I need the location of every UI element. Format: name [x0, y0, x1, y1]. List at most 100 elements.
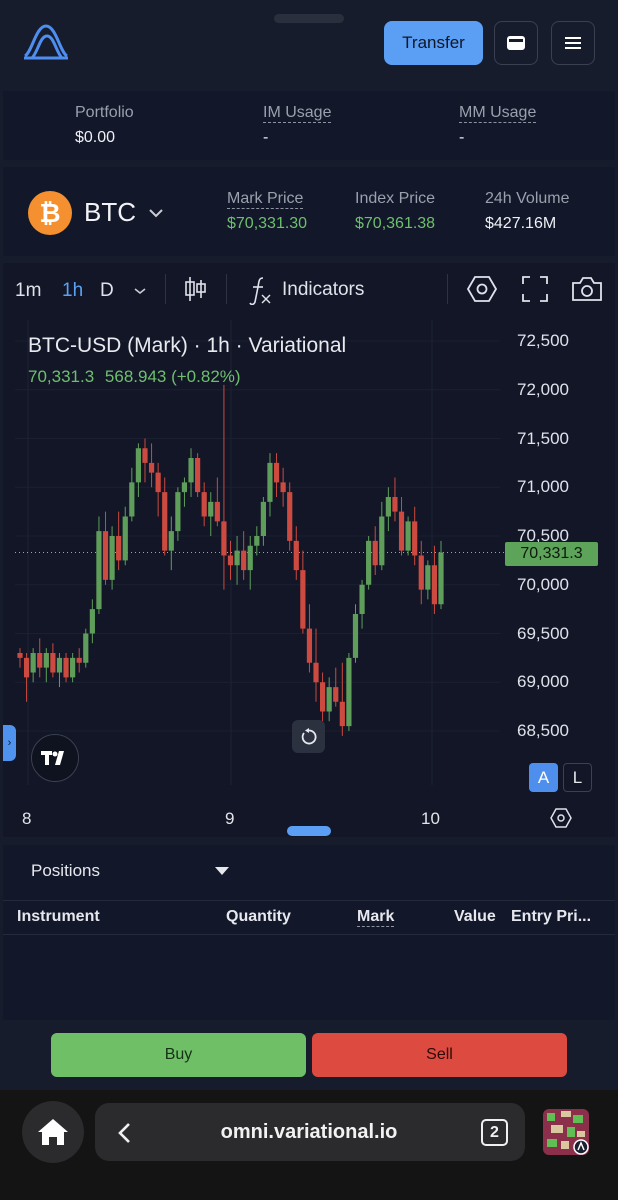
bitcoin-icon: ₿ — [28, 191, 72, 235]
candle-body — [122, 516, 128, 561]
transfer-button[interactable]: Transfer — [384, 21, 483, 65]
mm-usage-value: - — [459, 129, 465, 146]
fullscreen-icon[interactable] — [522, 276, 548, 302]
candle-body — [287, 492, 293, 541]
col-entry-price[interactable]: Entry Pri... — [511, 908, 591, 926]
variational-logo-icon[interactable] — [22, 22, 70, 62]
candle-body — [418, 555, 424, 590]
portfolio-panel — [3, 91, 615, 160]
candle-body — [129, 482, 135, 517]
mark-price-label[interactable]: Mark Price — [227, 190, 304, 209]
candle-body — [70, 657, 76, 678]
candle-body — [359, 584, 365, 614]
candle-body — [37, 653, 43, 668]
toolbar-divider — [165, 274, 166, 304]
candle-body — [339, 701, 345, 727]
avatar[interactable] — [543, 1109, 589, 1155]
candle-body — [30, 653, 36, 673]
y-tick-label: 71,500 — [517, 428, 569, 448]
candle-body — [392, 497, 398, 512]
sell-button[interactable]: Sell — [312, 1033, 567, 1077]
candle-body — [326, 687, 332, 712]
candle-body — [227, 555, 234, 566]
candle-body — [280, 482, 286, 493]
chart-legend: 70,331.3 568.943 (+0.82%) — [28, 367, 241, 387]
chevron-down-icon — [149, 208, 163, 217]
reset-chart-button[interactable] — [292, 720, 325, 753]
y-tick-label: 72,000 — [517, 379, 569, 399]
col-quantity[interactable]: Quantity — [226, 908, 291, 926]
y-tick-label: 69,500 — [517, 623, 569, 643]
candle-body — [319, 682, 326, 712]
candle-body — [175, 492, 181, 532]
settings-hexagon-icon[interactable] — [467, 275, 497, 303]
price-tag: 70,331.3 — [505, 542, 598, 566]
hamburger-menu-icon — [565, 37, 581, 49]
indicators-button[interactable]: Indicators — [248, 275, 364, 305]
wallet-button[interactable] — [494, 21, 538, 65]
candle-body — [385, 497, 391, 517]
candle-body — [201, 492, 207, 517]
candle-body — [83, 633, 89, 663]
top-header: Transfer — [0, 0, 618, 86]
candle-body — [254, 536, 260, 546]
interval-d[interactable]: D — [100, 280, 114, 302]
candle-body — [352, 614, 359, 658]
col-instrument[interactable]: Instrument — [17, 908, 100, 926]
market-selector[interactable]: BTC — [84, 197, 164, 228]
candle-body — [181, 482, 188, 493]
tab-count[interactable]: 2 — [481, 1119, 508, 1146]
interval-1h[interactable]: 1h — [62, 280, 83, 302]
mark-price-value: $70,331.30 — [227, 215, 308, 232]
candle-body — [267, 462, 273, 502]
candle-body — [76, 657, 82, 663]
y-tick-label: 68,500 — [517, 721, 569, 740]
candle-body — [56, 657, 63, 673]
auto-scale-button[interactable]: A — [529, 763, 558, 792]
candle-body — [333, 687, 339, 702]
device-notch — [274, 14, 344, 23]
candle-body — [273, 462, 280, 483]
x-tick-label: 8 — [22, 809, 32, 828]
camera-icon[interactable] — [571, 276, 603, 302]
index-price-value: $70,361.38 — [355, 215, 436, 232]
wallet-icon — [507, 36, 525, 50]
candle-body — [313, 662, 319, 683]
candle-body — [63, 657, 69, 678]
im-usage-label[interactable]: IM Usage — [263, 104, 332, 123]
portfolio-label: Portfolio — [75, 104, 134, 121]
menu-button[interactable] — [551, 21, 595, 65]
positions-label: Positions — [31, 861, 100, 880]
chart-resize-handle[interactable] — [287, 826, 331, 836]
positions-dropdown[interactable]: Positions — [31, 861, 231, 883]
candle-body — [260, 501, 266, 536]
indicators-label: Indicators — [282, 279, 365, 300]
log-scale-button[interactable]: L — [563, 763, 592, 792]
candle-body — [300, 570, 306, 629]
portfolio-value: $0.00 — [75, 129, 116, 146]
candle-body — [425, 565, 431, 590]
drawing-panel-toggle[interactable]: › — [3, 725, 16, 761]
buy-button[interactable]: Buy — [51, 1033, 306, 1077]
candle-body — [379, 516, 385, 566]
index-price-label: Index Price — [355, 190, 436, 207]
col-mark[interactable]: Mark — [357, 908, 395, 927]
candle-body — [135, 448, 142, 483]
volume-label: 24h Volume — [485, 190, 570, 207]
tradingview-logo-icon[interactable] — [31, 734, 79, 782]
chart-title: BTC-USD (Mark) · 1h · Variational — [28, 334, 347, 357]
candle-body — [221, 521, 227, 556]
candle-body — [412, 521, 418, 556]
candle-body — [162, 492, 168, 551]
x-tick-label: 10 — [421, 809, 440, 828]
candle-body — [247, 545, 253, 571]
function-icon — [249, 277, 271, 305]
divider — [3, 900, 615, 901]
mm-usage-label[interactable]: MM Usage — [459, 104, 537, 123]
axis-settings-icon[interactable] — [550, 808, 572, 828]
candle-body — [398, 511, 405, 551]
col-value[interactable]: Value — [454, 908, 496, 926]
interval-dropdown-icon[interactable] — [133, 286, 147, 296]
interval-1m[interactable]: 1m — [15, 280, 41, 302]
candles-style-icon[interactable] — [183, 275, 207, 303]
